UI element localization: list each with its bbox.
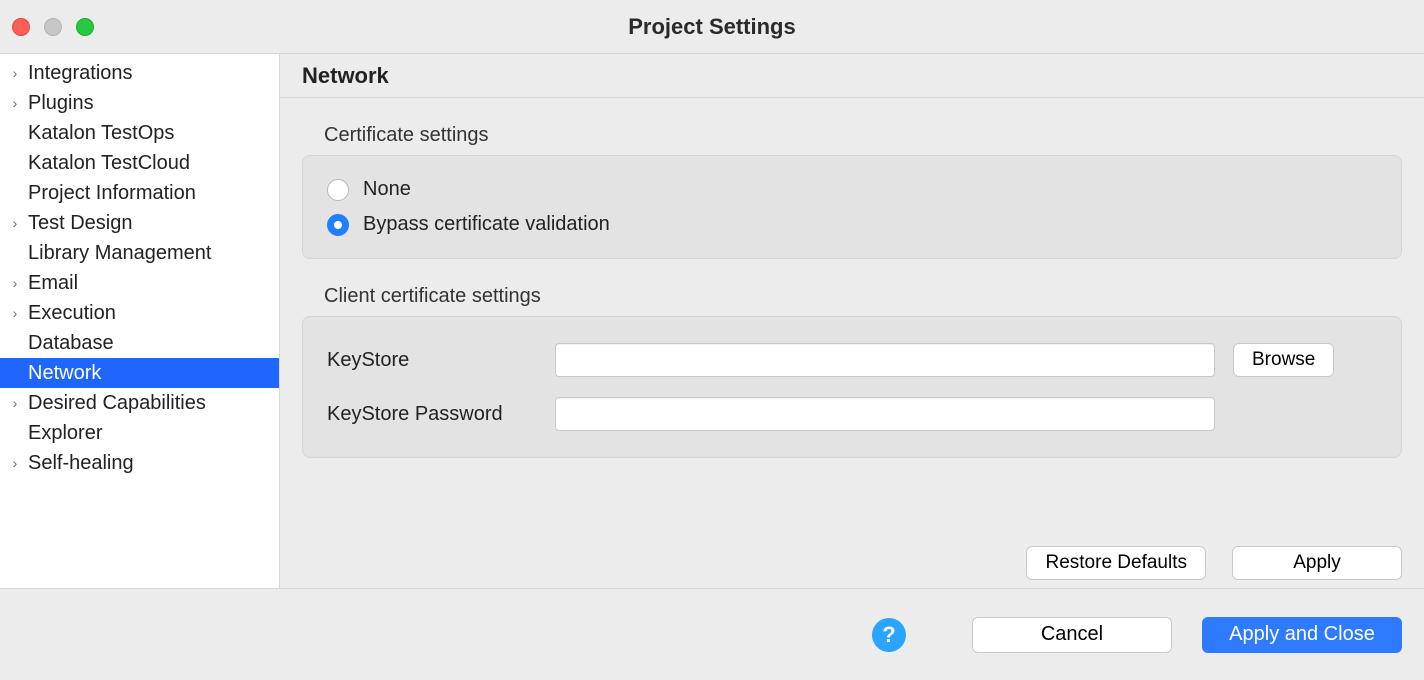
sidebar-item-label: Plugins [26,92,94,115]
help-icon[interactable]: ? [872,618,906,652]
sidebar-item-library-management[interactable]: ›Library Management [0,238,279,268]
apply-and-close-button[interactable]: Apply and Close [1202,617,1402,653]
titlebar: Project Settings [0,0,1424,54]
radio-row-bypass[interactable]: Bypass certificate validation [321,207,1383,242]
certificate-settings-title: Certificate settings [324,124,1402,147]
sidebar-item-self-healing[interactable]: ›Self-healing [0,448,279,478]
chevron-right-icon[interactable]: › [4,395,26,411]
sidebar-item-label: Email [26,272,78,295]
sidebar-item-project-information[interactable]: ›Project Information [0,178,279,208]
chevron-right-icon[interactable]: › [4,305,26,321]
sidebar-item-explorer[interactable]: ›Explorer [0,418,279,448]
sidebar-item-label: Database [26,332,114,355]
sidebar-item-label: Network [26,362,101,385]
sidebar-item-desired-capabilities[interactable]: ›Desired Capabilities [0,388,279,418]
page-header: Network [280,54,1424,98]
window-close-icon[interactable] [12,18,30,36]
apply-button[interactable]: Apply [1232,546,1402,580]
radio-none-label: None [363,178,411,201]
sidebar-item-label: Integrations [26,62,133,85]
radio-none[interactable] [327,179,349,201]
sidebar-item-label: Test Design [26,212,133,235]
sidebar-item-network[interactable]: ›Network [0,358,279,388]
page-content: Certificate settings None Bypass certifi… [280,98,1424,524]
keystore-password-row: KeyStore Password [321,387,1383,441]
page-heading: Network [302,63,389,89]
keystore-input[interactable] [555,343,1215,377]
radio-bypass-label: Bypass certificate validation [363,213,610,236]
radio-row-none[interactable]: None [321,172,1383,207]
keystore-password-input[interactable] [555,397,1215,431]
sidebar-item-label: Library Management [26,242,211,265]
sidebar-item-label: Desired Capabilities [26,392,206,415]
sidebar-item-plugins[interactable]: ›Plugins [0,88,279,118]
window-title: Project Settings [0,14,1424,40]
sidebar-item-test-design[interactable]: ›Test Design [0,208,279,238]
chevron-right-icon[interactable]: › [4,65,26,81]
sidebar-item-label: Self-healing [26,452,134,475]
cancel-button[interactable]: Cancel [972,617,1172,653]
sidebar-item-email[interactable]: ›Email [0,268,279,298]
chevron-right-icon[interactable]: › [4,95,26,111]
sidebar-item-katalon-testcloud[interactable]: ›Katalon TestCloud [0,148,279,178]
traffic-lights [0,18,94,36]
sidebar-item-execution[interactable]: ›Execution [0,298,279,328]
footer: ? Cancel Apply and Close [0,588,1424,680]
sidebar-item-label: Project Information [26,182,196,205]
chevron-right-icon[interactable]: › [4,215,26,231]
keystore-label: KeyStore [327,349,537,372]
window-zoom-icon[interactable] [76,18,94,36]
page-actions: Restore Defaults Apply [280,524,1424,588]
keystore-row: KeyStore Browse [321,333,1383,387]
chevron-right-icon[interactable]: › [4,455,26,471]
sidebar: ›Integrations›Plugins›Katalon TestOps›Ka… [0,54,280,588]
settings-window: Project Settings ›Integrations›Plugins›K… [0,0,1424,680]
main-panel: Network Certificate settings None Bypass… [280,54,1424,588]
radio-bypass[interactable] [327,214,349,236]
chevron-right-icon[interactable]: › [4,275,26,291]
restore-defaults-button[interactable]: Restore Defaults [1026,546,1206,580]
sidebar-item-database[interactable]: ›Database [0,328,279,358]
window-body: ›Integrations›Plugins›Katalon TestOps›Ka… [0,54,1424,588]
certificate-settings-group: None Bypass certificate validation [302,155,1402,259]
sidebar-item-integrations[interactable]: ›Integrations [0,58,279,88]
sidebar-item-label: Katalon TestCloud [26,152,190,175]
sidebar-item-label: Execution [26,302,116,325]
window-minimize-icon[interactable] [44,18,62,36]
sidebar-item-label: Explorer [26,422,102,445]
sidebar-item-katalon-testops[interactable]: ›Katalon TestOps [0,118,279,148]
browse-button[interactable]: Browse [1233,343,1334,377]
client-certificate-settings-group: KeyStore Browse KeyStore Password [302,316,1402,458]
keystore-password-label: KeyStore Password [327,403,537,426]
sidebar-item-label: Katalon TestOps [26,122,174,145]
client-certificate-settings-title: Client certificate settings [324,285,1402,308]
